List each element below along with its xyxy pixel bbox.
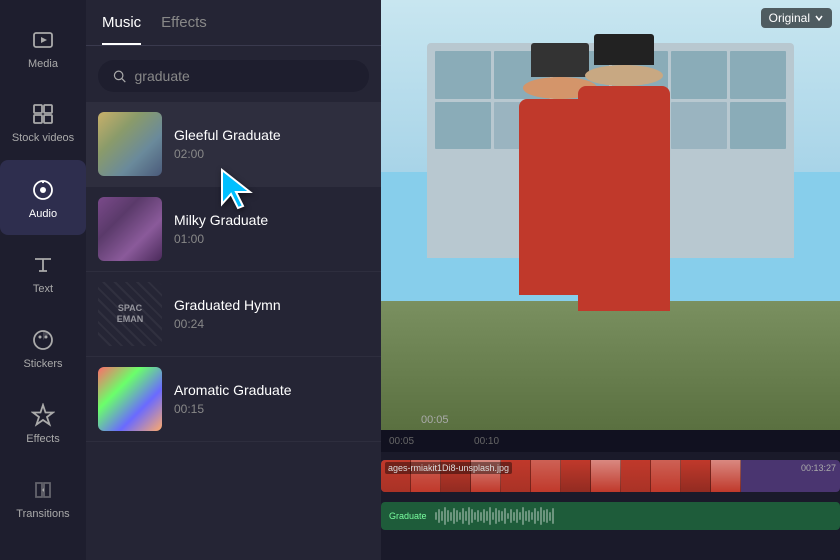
- effects-icon: [29, 401, 57, 429]
- sidebar-item-effects[interactable]: Effects: [0, 385, 86, 460]
- track-duration-milky: 01:00: [174, 232, 369, 246]
- audio-icon: [29, 176, 57, 204]
- sidebar-item-transitions[interactable]: Transitions: [0, 460, 86, 535]
- track-info-aromatic: Aromatic Graduate 00:15: [174, 382, 369, 416]
- stock-icon: [29, 100, 57, 128]
- quality-badge[interactable]: Original: [761, 8, 832, 28]
- sidebar-item-audio[interactable]: Audio: [0, 160, 86, 235]
- timeline-marker: 00:05: [421, 414, 449, 426]
- track-item-hymn[interactable]: SPACEMAN Graduated Hymn 00:24: [86, 272, 381, 357]
- audio-track-row: Graduate: [381, 498, 840, 534]
- track-item-aromatic[interactable]: Aromatic Graduate 00:15: [86, 357, 381, 442]
- video-clip-duration: 00:13:27: [801, 463, 836, 473]
- chevron-down-icon: [814, 13, 824, 23]
- track-list: Gleeful Graduate 02:00 Milky Graduate 01…: [86, 102, 381, 560]
- audio-clip-label: Graduate: [389, 511, 427, 521]
- media-icon: [29, 26, 57, 54]
- search-bar: graduate: [98, 60, 369, 92]
- main-area: Original 00:05 00:05 00:10: [381, 0, 840, 560]
- text-icon: [29, 251, 57, 279]
- sidebar-label-transitions: Transitions: [16, 508, 69, 520]
- tab-music[interactable]: Music: [102, 14, 141, 45]
- sidebar-item-stickers[interactable]: Stickers: [0, 310, 86, 385]
- track-item-gleeful[interactable]: Gleeful Graduate 02:00: [86, 102, 381, 187]
- video-clip-label: ages-rmiakit1Di8-unsplash.jpg: [385, 462, 512, 474]
- grad-scene: [381, 0, 840, 430]
- panel-tabs: Music Effects: [86, 0, 381, 46]
- track-duration-gleeful: 02:00: [174, 147, 369, 161]
- track-item-milky[interactable]: Milky Graduate 01:00: [86, 187, 381, 272]
- track-duration-hymn: 00:24: [174, 317, 369, 331]
- timeline-ruler: 00:05 00:10: [381, 430, 840, 452]
- sidebar-label-media: Media: [28, 58, 58, 70]
- timeline: 00:05 00:10: [381, 430, 840, 560]
- sidebar-label-effects: Effects: [26, 433, 59, 445]
- sidebar-label-stickers: Stickers: [23, 358, 62, 370]
- ruler-mark-1: 00:10: [474, 436, 499, 447]
- tab-effects[interactable]: Effects: [161, 14, 207, 45]
- audio-waveform: [435, 507, 832, 525]
- quality-label: Original: [769, 11, 810, 25]
- sidebar: Media Stock videos Audio: [0, 0, 86, 560]
- audio-panel: Music Effects graduate Gleeful Graduate …: [86, 0, 381, 560]
- sidebar-item-stock[interactable]: Stock videos: [0, 85, 86, 160]
- stickers-icon: [29, 326, 57, 354]
- track-name-gleeful: Gleeful Graduate: [174, 127, 369, 143]
- video-preview: Original 00:05: [381, 0, 840, 430]
- video-track-row: ages-rmiakit1Di8-unsplash.jpg 00:13:27: [381, 456, 840, 496]
- track-thumb-gleeful: [98, 112, 162, 176]
- track-info-gleeful: Gleeful Graduate 02:00: [174, 127, 369, 161]
- track-thumb-aromatic: [98, 367, 162, 431]
- sidebar-label-text: Text: [33, 283, 53, 295]
- search-icon: [112, 68, 127, 84]
- sidebar-label-stock: Stock videos: [12, 132, 74, 145]
- track-name-hymn: Graduated Hymn: [174, 297, 369, 313]
- search-input[interactable]: graduate: [135, 68, 355, 84]
- track-name-milky: Milky Graduate: [174, 212, 369, 228]
- track-info-hymn: Graduated Hymn 00:24: [174, 297, 369, 331]
- transitions-icon: [29, 476, 57, 504]
- sidebar-item-text[interactable]: Text: [0, 235, 86, 310]
- track-name-aromatic: Aromatic Graduate: [174, 382, 369, 398]
- track-duration-aromatic: 00:15: [174, 402, 369, 416]
- track-info-milky: Milky Graduate 01:00: [174, 212, 369, 246]
- track-thumb-hymn: SPACEMAN: [98, 282, 162, 346]
- sidebar-item-media[interactable]: Media: [0, 10, 86, 85]
- track-thumb-milky: [98, 197, 162, 261]
- ruler-mark-0: 00:05: [389, 436, 414, 447]
- sidebar-label-audio: Audio: [29, 208, 57, 220]
